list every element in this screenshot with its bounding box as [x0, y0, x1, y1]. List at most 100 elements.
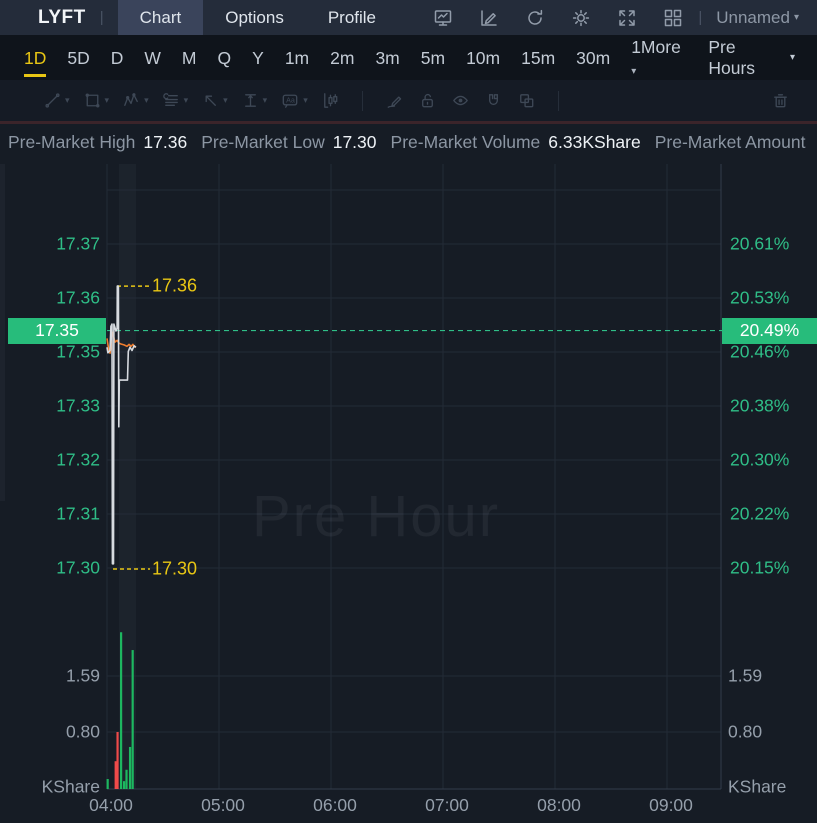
price-axis-tick: 17.31	[56, 503, 100, 524]
gann-lines-icon	[162, 93, 178, 106]
tab-profile[interactable]: Profile	[306, 0, 398, 35]
brush-icon	[387, 96, 401, 108]
chevron-down-icon: ▾	[789, 52, 795, 63]
price-axis-tick: 17.37	[56, 233, 100, 254]
drawing-toolbar: ▾ ▾ ▾ ▾ ▾ ▾ Aa ▾	[0, 80, 817, 121]
timeframe-10m[interactable]: 10m	[466, 39, 500, 77]
tab-options[interactable]: Options	[203, 0, 306, 35]
timeframe-d[interactable]: D	[111, 39, 124, 77]
toolbar-separator	[557, 90, 559, 111]
timeframe-1m[interactable]: 1m	[285, 39, 309, 77]
trash-icon	[774, 94, 787, 108]
chevron-down-icon: ▾	[303, 95, 308, 105]
time-axis-tick: 04:00	[89, 795, 133, 815]
premarket-low: Pre-Market Low 17.30	[201, 132, 377, 152]
time-axis-tick: 09:00	[649, 795, 693, 815]
timeframe-3m[interactable]: 3m	[375, 39, 399, 77]
session-selector[interactable]: Pre Hours ▾	[708, 37, 795, 79]
magnet-icon	[488, 94, 498, 105]
edit-chart-icon[interactable]	[478, 7, 500, 29]
wave-icon	[124, 93, 138, 106]
duplicate-tool[interactable]	[516, 90, 537, 111]
volume-axis-tick: 1.59	[65, 665, 100, 686]
volume-bar	[128, 746, 132, 789]
fullscreen-icon[interactable]	[616, 7, 638, 29]
chart-area[interactable]: Pre Hour 17.37 17.36 17.35 17.33 17.32 17.31 1…	[0, 161, 817, 823]
tab-chart[interactable]: Chart	[117, 0, 204, 35]
volume-bar	[131, 650, 134, 789]
timeframe-2m[interactable]: 2m	[330, 39, 354, 77]
top-bar: LYFT | Chart Options Profile | Unnamed ▾	[0, 0, 817, 35]
volume-bar	[120, 632, 123, 789]
percent-axis-tick: 20.30%	[730, 449, 790, 470]
price-axis-tick: 17.36	[56, 287, 100, 308]
refresh-icon[interactable]	[524, 7, 546, 29]
trash-tool[interactable]	[770, 90, 791, 111]
layout-grid-icon[interactable]	[662, 7, 684, 29]
magnet-tool[interactable]	[483, 90, 504, 111]
candle-pattern-icon	[323, 93, 338, 108]
toolbar-separator	[361, 90, 363, 111]
eye-icon	[452, 95, 468, 106]
timeframe-m[interactable]: M	[182, 39, 197, 77]
timeframe-w[interactable]: W	[144, 39, 161, 77]
rectangle-icon	[85, 93, 99, 108]
chevron-down-icon: ▾	[262, 95, 268, 105]
timeframe-5d[interactable]: 5D	[67, 39, 89, 77]
settings-gear-icon[interactable]	[570, 7, 592, 29]
price-axis-tick: 17.30	[56, 557, 100, 578]
chevron-down-icon: ▾	[65, 95, 70, 105]
text-note-icon: Aa	[282, 94, 298, 108]
arrow-icon	[205, 95, 217, 106]
premarket-volume: Pre-Market Volume 6.33KShare	[390, 132, 641, 152]
workspace-label: Unnamed	[716, 7, 790, 27]
workspace-menu[interactable]: Unnamed ▾	[716, 8, 799, 28]
brush-tool[interactable]	[384, 90, 405, 111]
volume-unit-label: KShare	[728, 776, 787, 797]
arrow-mark-tool[interactable]: ▾	[200, 90, 228, 111]
visibility-tool[interactable]	[450, 90, 471, 111]
timeframe-5m[interactable]: 5m	[421, 39, 445, 77]
price-axis-tick: 17.35	[56, 341, 100, 362]
timeframe-30m[interactable]: 30m	[576, 39, 610, 77]
timeframe-bar: 1D 5D D W M Q Y 1m 2m 3m 5m 10m 15m 30m …	[0, 35, 817, 80]
volume-axis-tick: 1.59	[728, 665, 763, 686]
duplicate-icon	[519, 94, 534, 108]
shapes-tool[interactable]: ▾	[82, 90, 109, 111]
chart-screenshot-icon[interactable]	[432, 7, 454, 29]
timeframe-y[interactable]: Y	[252, 39, 264, 77]
gann-lines-tool[interactable]: ▾	[161, 90, 189, 111]
chevron-down-icon: ▾	[144, 95, 149, 105]
volume-unit-label: KShare	[41, 776, 100, 797]
text-note-tool[interactable]: Aa ▾	[279, 90, 308, 111]
low-price-label: 17.30	[152, 558, 198, 579]
time-axis-tick: 05:00	[201, 795, 245, 815]
chevron-down-icon: ▾	[631, 66, 637, 77]
volume-axis-tick: 0.80	[728, 721, 763, 742]
timeframe-1d[interactable]: 1D	[24, 39, 47, 77]
svg-text:Aa: Aa	[286, 96, 295, 104]
premarket-info-bar: Pre-Market High 17.36 Pre-Market Low 17.30…	[0, 124, 817, 161]
volume-bar	[125, 769, 128, 789]
percent-axis-tick: 20.38%	[730, 395, 790, 416]
volume-bar	[106, 779, 109, 789]
current-percent-badge: 20.49%	[722, 317, 817, 344]
wave-pattern-tool[interactable]: ▾	[121, 90, 149, 111]
volume-bar	[122, 781, 126, 789]
percent-axis-tick: 20.22%	[730, 503, 790, 524]
price-axis-tick: 17.32	[56, 449, 100, 470]
lock-tool[interactable]	[417, 90, 438, 111]
timeframe-more-menu[interactable]: 1More ▾	[631, 28, 687, 87]
chevron-down-icon: ▾	[183, 95, 189, 105]
timeframe-15m[interactable]: 15m	[521, 39, 555, 77]
percent-axis-tick: 20.46%	[730, 341, 790, 362]
measure-tool[interactable]: ▾	[240, 90, 268, 111]
percent-axis-tick: 20.53%	[730, 287, 790, 308]
price-axis-tick: 17.33	[56, 395, 100, 416]
candle-pattern-tool[interactable]	[320, 90, 341, 111]
chevron-down-icon: ▾	[793, 12, 799, 23]
premarket-amount: Pre-Market Amount	[654, 132, 806, 152]
divider: |	[99, 9, 104, 26]
trend-line-tool[interactable]: ▾	[42, 90, 70, 111]
timeframe-q[interactable]: Q	[218, 39, 232, 77]
